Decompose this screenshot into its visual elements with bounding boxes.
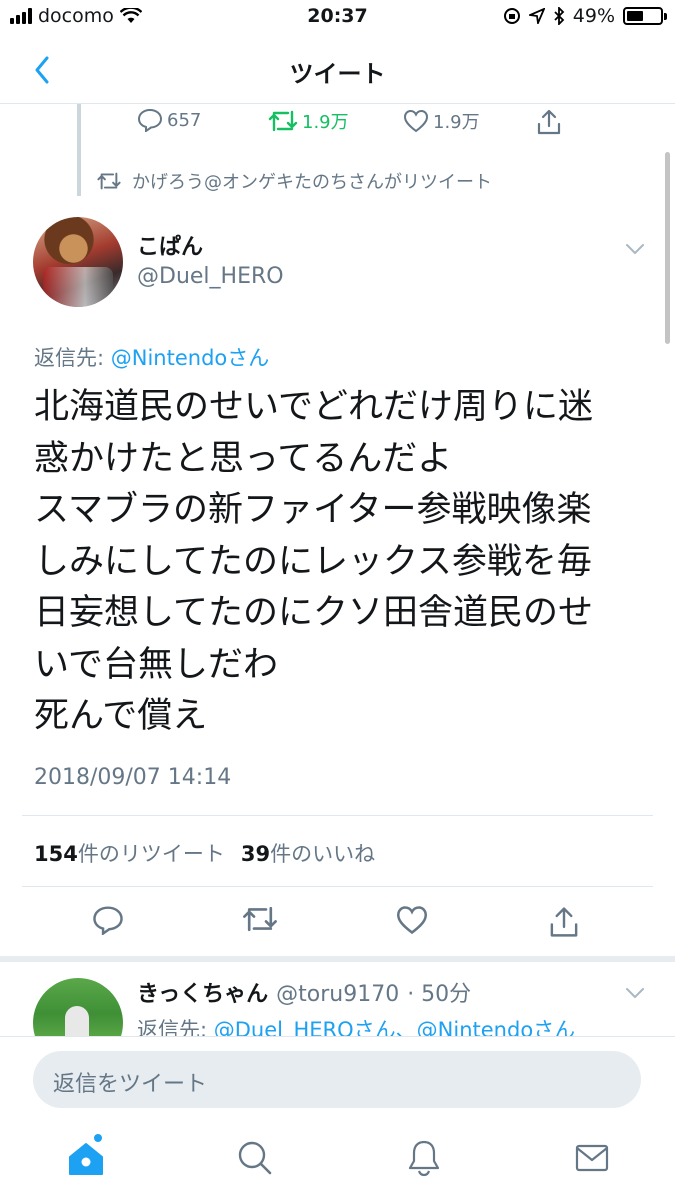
reply-handle[interactable]: @toru9170: [276, 982, 399, 1007]
tab-home[interactable]: [66, 1134, 106, 1182]
prev-share-button[interactable]: [536, 108, 562, 136]
mail-icon: [575, 1144, 609, 1172]
retweet-stats[interactable]: 154件のリツイート: [34, 838, 225, 868]
prev-reply-button[interactable]: 657: [137, 108, 201, 132]
avatar[interactable]: [33, 217, 123, 307]
prev-retweet-button[interactable]: 1.9万: [268, 108, 349, 134]
battery-fill: [627, 11, 643, 21]
retweet-count: 154: [34, 842, 78, 866]
reply-reply-to-mentions[interactable]: @Duel_HEROさん、@Nintendoさん: [214, 1018, 575, 1036]
location-icon: [528, 8, 545, 24]
page-title: ツイート: [289, 60, 386, 88]
share-button[interactable]: [548, 905, 580, 943]
reply-display-name[interactable]: きっくちゃん: [137, 976, 268, 1008]
retweet-icon: [97, 172, 121, 190]
prev-tweet-actions: 657 1.9万 1.9万: [0, 104, 675, 140]
reply-icon: [93, 906, 123, 936]
tweet-timestamp: 2018/09/07 14:14: [34, 765, 232, 790]
chevron-down-icon: [626, 988, 644, 998]
scrollbar[interactable]: [665, 152, 670, 344]
prev-like-count: 1.9万: [433, 112, 480, 133]
reply-header: きっくちゃん @toru9170 · 50分: [137, 976, 471, 1008]
tweet-stats: 154件のリツイート 39件のいいね: [34, 838, 375, 868]
status-bar: docomo 20:37 49%: [0, 0, 675, 36]
tab-bar: [0, 1122, 675, 1200]
author-display-name[interactable]: こぱん: [137, 229, 203, 261]
heart-icon: [403, 109, 429, 133]
like-count-label: 件のいいね: [270, 842, 376, 866]
home-icon: [69, 1143, 103, 1175]
tweet-text: 北海道民のせいでどれだけ周りに迷 惑かけたと思ってるんだよ スマブラの新ファイタ…: [34, 387, 593, 736]
status-right: 49%: [503, 5, 667, 27]
heart-icon: [396, 906, 428, 935]
notification-dot: [94, 1134, 102, 1142]
tab-notifications[interactable]: [406, 1138, 442, 1182]
reply-to-label: 返信先:: [34, 346, 111, 370]
battery-percent: 49%: [572, 5, 615, 27]
reply-icon: [137, 108, 163, 132]
like-count: 39: [240, 842, 271, 866]
divider: [22, 815, 653, 816]
retweet-context[interactable]: かげろう@オンゲキたのちさんがリツイート: [96, 168, 492, 194]
like-button[interactable]: [395, 905, 429, 939]
battery-icon: [623, 7, 667, 25]
reply-compose-input[interactable]: 返信をツイート: [33, 1051, 641, 1108]
author-handle[interactable]: @Duel_HERO: [137, 264, 284, 289]
retweet-button[interactable]: [242, 905, 278, 937]
divider: [22, 886, 653, 887]
retweet-icon: [243, 906, 277, 932]
retweet-count-label: 件のリツイート: [77, 842, 225, 866]
bluetooth-icon: [554, 7, 565, 25]
prev-retweet-count: 1.9万: [302, 112, 349, 133]
tweet-menu-button[interactable]: [625, 240, 645, 259]
reply-to: 返信先: @Nintendoさん: [34, 342, 269, 372]
prev-like-button[interactable]: 1.9万: [403, 108, 480, 134]
bell-icon: [408, 1140, 440, 1177]
tab-messages[interactable]: [574, 1138, 610, 1182]
reply-reply-to: 返信先: @Duel_HEROさん、@Nintendoさん: [137, 1014, 647, 1036]
reply-to-mention[interactable]: @Nintendoさん: [111, 346, 270, 370]
reply-reply-to-label: 返信先:: [137, 1018, 214, 1036]
reply-time: · 50分: [407, 982, 472, 1007]
tweet-actions: [0, 905, 675, 945]
retweet-context-label: かげろう@オンゲキたのちさんがリツイート: [132, 172, 492, 193]
retweet-icon: [268, 110, 298, 132]
nav-header: ツイート: [0, 36, 675, 104]
like-stats[interactable]: 39件のいいね: [241, 838, 375, 868]
share-icon: [550, 907, 578, 937]
compose-bar: 返信をツイート: [0, 1036, 675, 1122]
avatar-image: [43, 267, 113, 307]
reply-menu-button[interactable]: [625, 984, 645, 1003]
search-icon: [238, 1141, 272, 1175]
share-icon: [537, 109, 561, 135]
prev-reply-count: 657: [167, 109, 202, 131]
orientation-lock-icon: [503, 8, 520, 24]
reply-button[interactable]: [92, 905, 124, 939]
tab-search[interactable]: [236, 1138, 274, 1182]
chevron-down-icon: [626, 244, 644, 254]
section-separator: [0, 956, 675, 962]
